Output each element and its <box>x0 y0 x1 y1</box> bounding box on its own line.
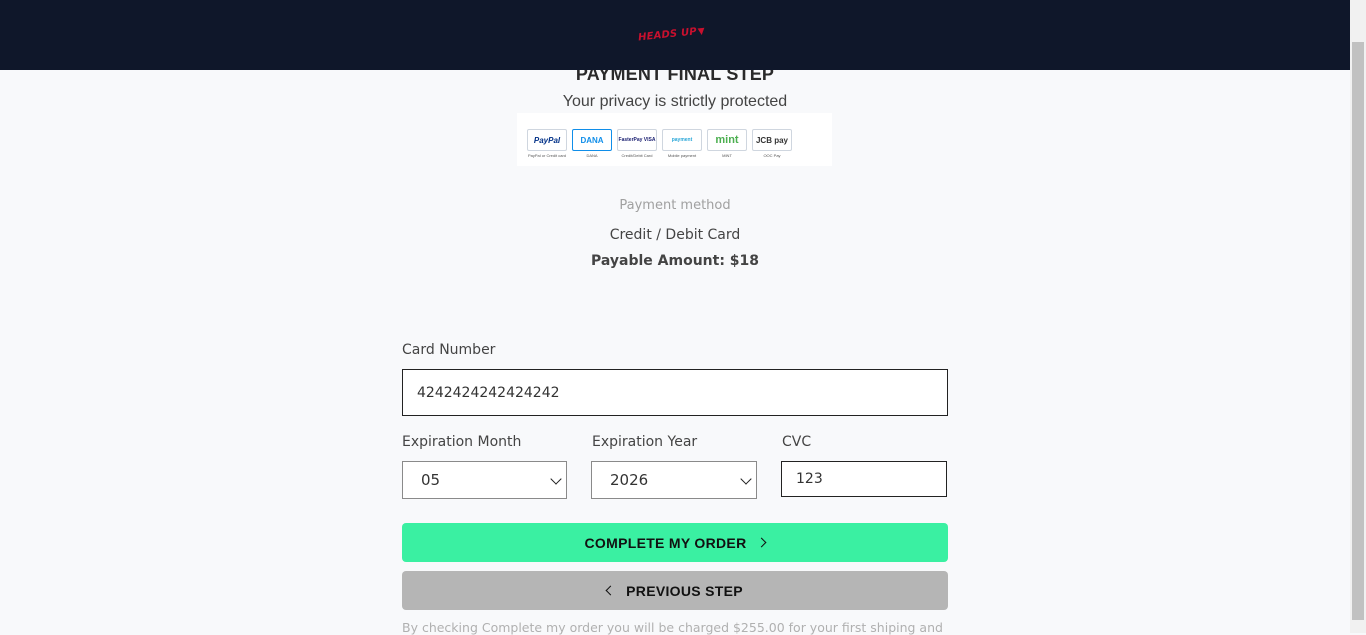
chevron-left-icon <box>605 585 616 596</box>
logo-caption: Mobile payment <box>667 153 697 158</box>
chevron-right-icon <box>757 537 767 548</box>
mobile-payment-logo: payment Mobile payment <box>662 129 702 158</box>
mobile-payment-icon: payment <box>662 129 702 151</box>
mint-logo: mint MINT <box>707 129 747 158</box>
expiration-month-label: Expiration Month <box>402 434 522 450</box>
complete-order-label: COMPLETE MY ORDER <box>584 534 747 551</box>
payable-amount: Payable Amount: $18 <box>590 253 760 269</box>
complete-order-button[interactable]: COMPLETE MY ORDER <box>402 523 948 562</box>
mint-icon: mint <box>707 129 747 151</box>
payment-logos-strip: PayPal PayPal or Credit card DANA DANA F… <box>517 113 832 166</box>
fasterpay-logo: FasterPay VISA Credit/Debit Card <box>617 129 657 158</box>
expiration-year-label: Expiration Year <box>592 434 698 450</box>
cvc-label: CVC <box>782 434 812 450</box>
logo-caption: Credit/Debit Card <box>621 153 653 158</box>
previous-step-button[interactable]: PREVIOUS STEP <box>402 571 948 610</box>
jcb-pay-logo: JCB pay OOC Pay <box>752 129 792 158</box>
scrollbar-thumb[interactable] <box>1352 42 1364 620</box>
brand-logo-mark-icon: ▼ <box>697 26 706 38</box>
logo-caption: MINT <box>722 153 732 158</box>
paypal-logo: PayPal PayPal or Credit card <box>527 129 567 158</box>
brand-logo-text: HEADS UP <box>637 26 698 44</box>
top-header: HEADS UP▼ <box>0 0 1350 70</box>
visa-mastercard-icon: FasterPay VISA <box>617 129 657 151</box>
jcb-icon: JCB pay <box>752 129 792 151</box>
previous-step-label: PREVIOUS STEP <box>626 582 743 599</box>
dana-logo: DANA DANA <box>572 129 612 158</box>
page-scrollbar[interactable] <box>1350 0 1366 633</box>
paypal-icon: PayPal <box>527 129 567 151</box>
payment-method-value: Credit / Debit Card <box>609 227 741 243</box>
expiration-year-value: 2026 <box>610 471 649 489</box>
chevron-down-icon <box>550 473 562 485</box>
payment-method-label: Payment method <box>619 198 731 213</box>
expiration-month-value: 05 <box>421 471 441 489</box>
logo-caption: OOC Pay <box>763 153 781 158</box>
cvc-input[interactable]: 123 <box>781 461 947 497</box>
chevron-down-icon <box>740 473 752 485</box>
brand-logo[interactable]: HEADS UP▼ <box>637 26 706 44</box>
page-subtitle: Your privacy is strictly protected <box>562 93 788 110</box>
card-number-input[interactable]: 4242424242424242 <box>402 369 948 416</box>
logo-caption: PayPal or Credit card <box>527 153 566 158</box>
expiration-year-select[interactable]: 2026 <box>591 461 757 499</box>
dana-icon: DANA <box>572 129 612 151</box>
logo-caption: DANA <box>586 153 598 158</box>
expiration-month-select[interactable]: 05 <box>402 461 567 499</box>
card-number-label: Card Number <box>402 342 496 358</box>
